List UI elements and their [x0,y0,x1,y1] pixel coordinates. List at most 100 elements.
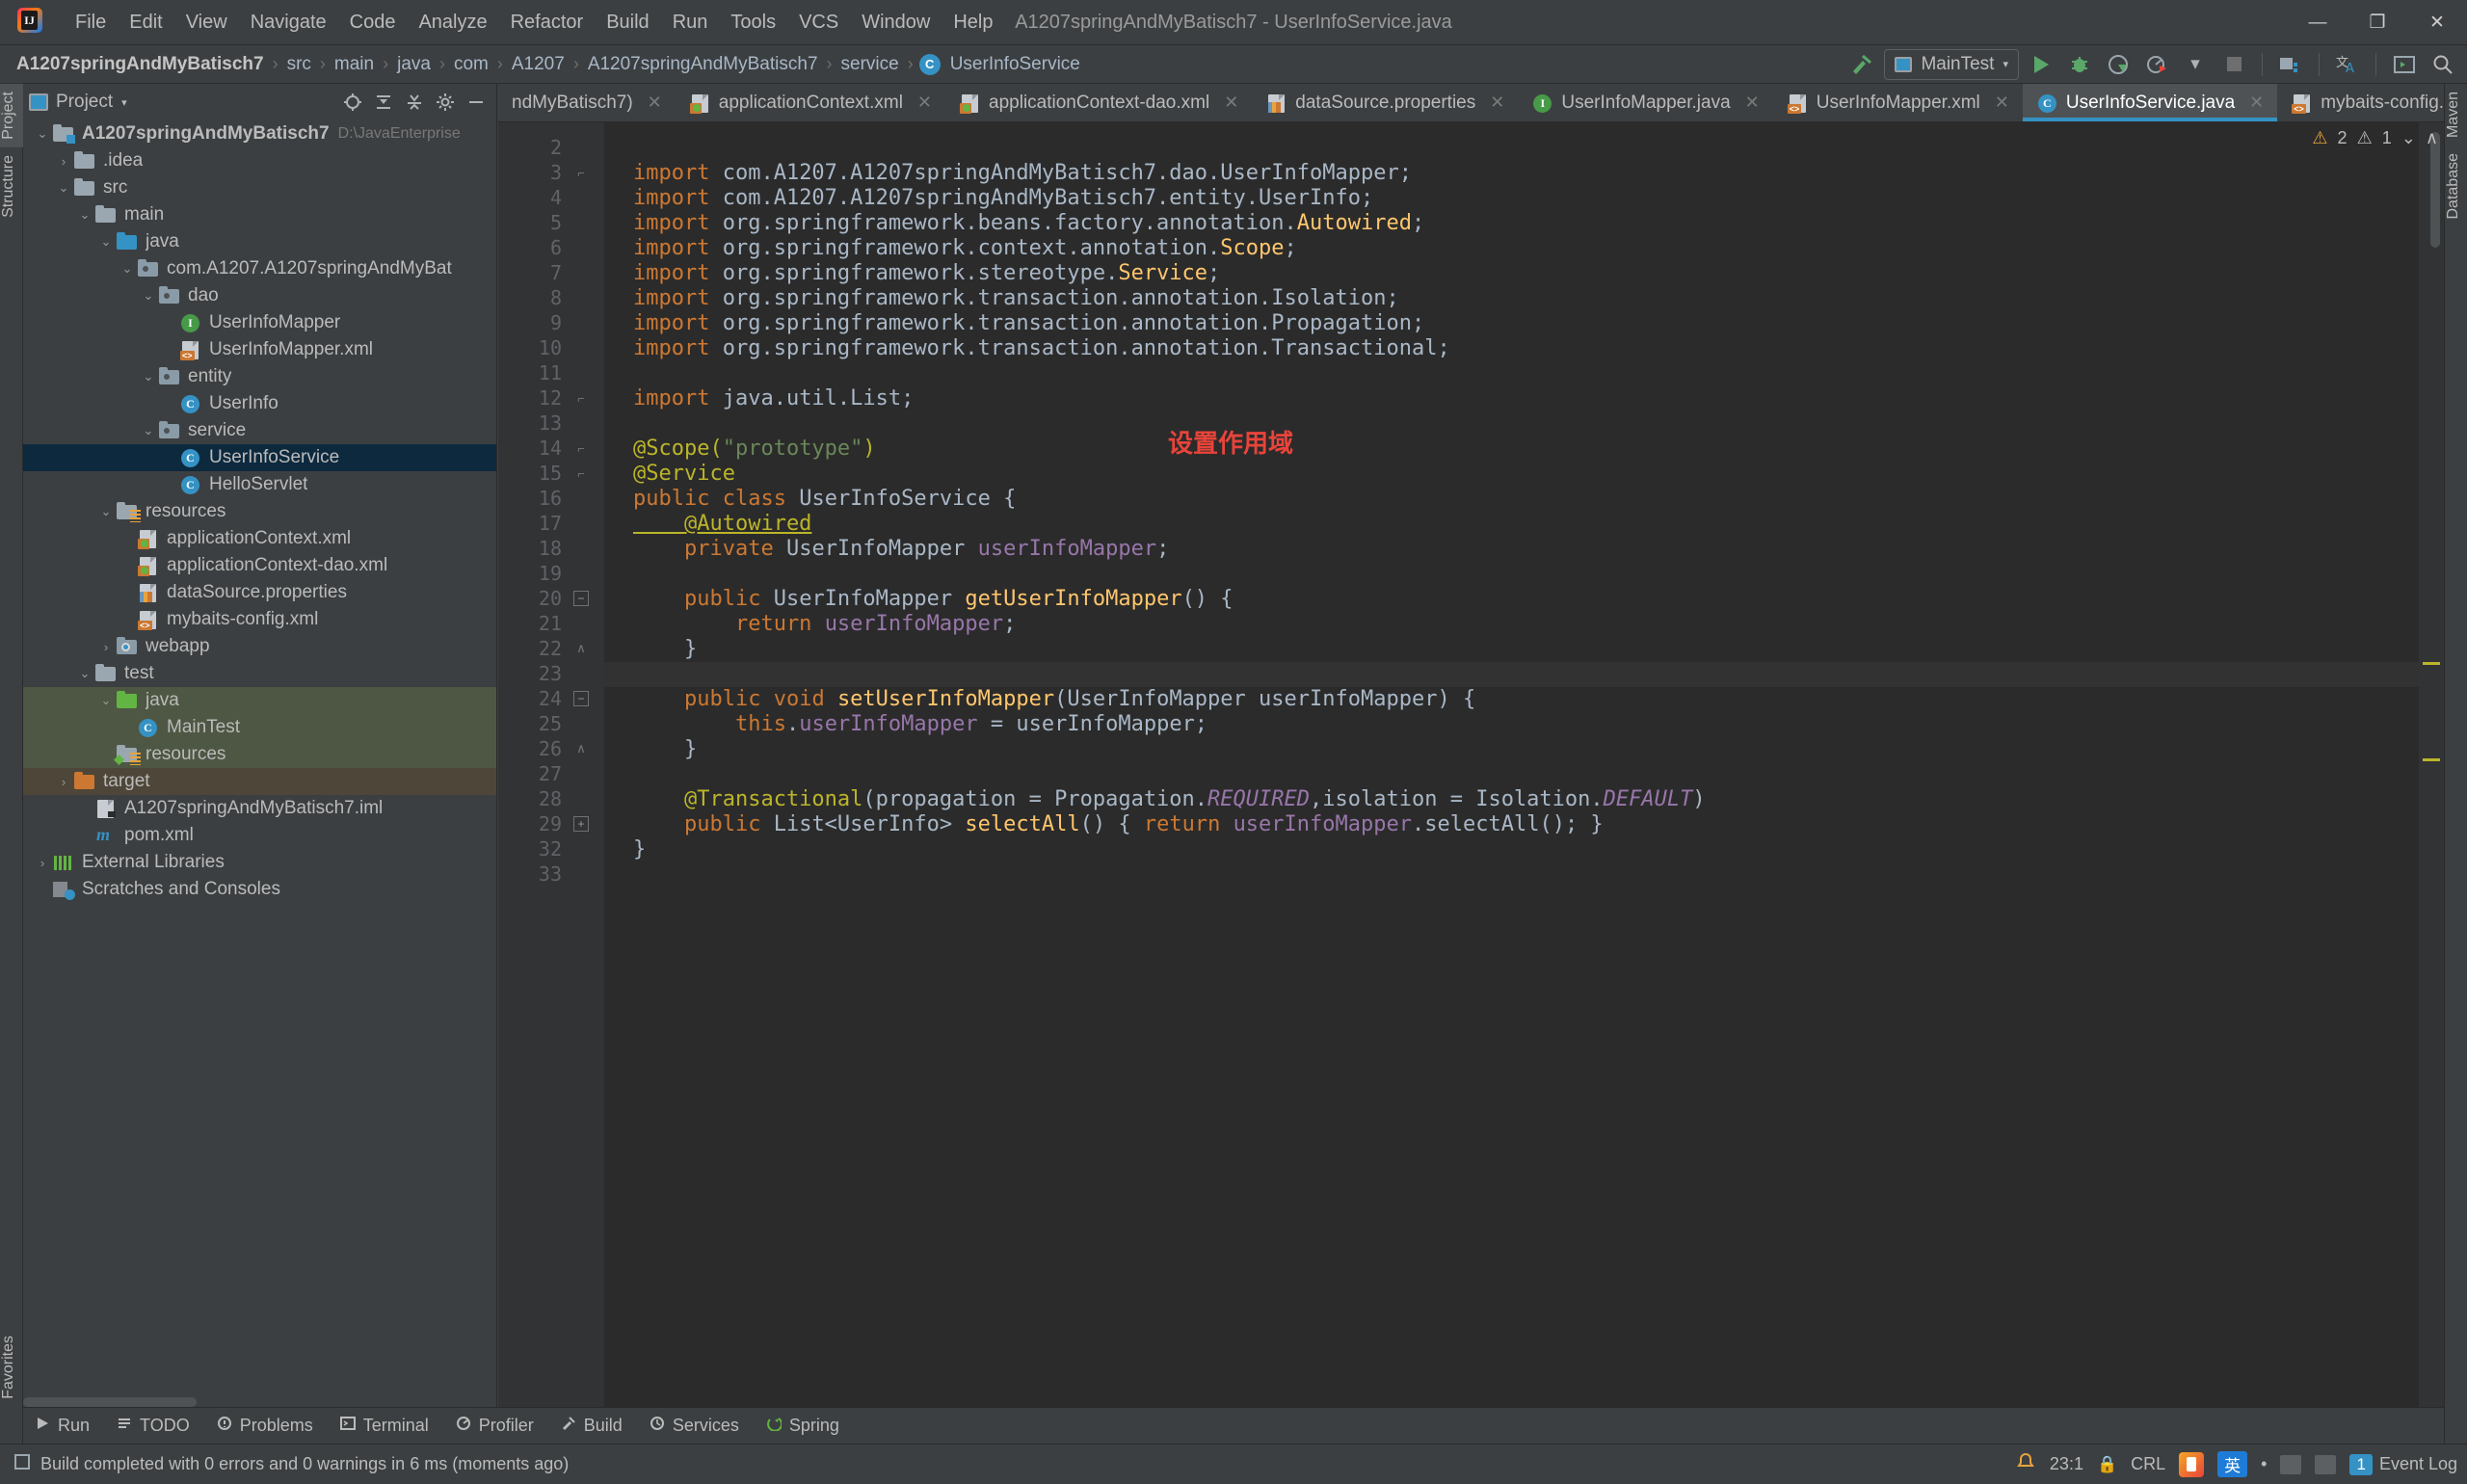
chevron-down-icon[interactable]: ⌄ [75,667,94,679]
code-line[interactable]: public void setUserInfoMapper(UserInfoMa… [633,687,1475,712]
menu-edit[interactable]: Edit [118,8,173,38]
stop-button[interactable] [2217,50,2250,79]
tree-node[interactable]: ⌄ java [23,687,496,714]
tree-node[interactable]: m pom.xml [23,822,496,849]
close-icon[interactable]: ✕ [1490,93,1504,113]
tool-window-button-spring[interactable]: Spring [755,1413,851,1439]
editor-tab[interactable]: <> UserInfoMapper.xml ✕ [1773,84,2023,121]
code-fold-marker[interactable]: ⌐ [573,390,589,406]
code-fold-marker[interactable]: + [573,816,589,832]
tree-node[interactable]: applicationContext.xml [23,525,496,552]
tree-node[interactable]: ⌄ service [23,417,496,444]
code-line[interactable]: private UserInfoMapper userInfoMapper; [633,537,1169,562]
tree-node[interactable]: › .idea [23,147,496,174]
tool-window-database[interactable]: Database [2445,146,2467,227]
breadcrumb-item-com[interactable]: com [451,52,491,77]
tree-node[interactable]: C UserInfo [23,390,496,417]
editor-code-area[interactable]: 2 3 4 5 6 7 8 9 10 11 12 13 14 15 16 17 18 19 20 21 22 23 24 25… [498,122,2444,1412]
code-line[interactable]: import org.springframework.transaction.a… [633,286,1399,311]
breadcrumb-item-java[interactable]: java [394,52,434,77]
code-line[interactable]: public UserInfoMapper getUserInfoMapper(… [633,587,1234,612]
code-fold-marker[interactable]: ∧ [573,641,589,656]
tree-node[interactable]: › webapp [23,633,496,660]
code-line[interactable]: import org.springframework.beans.factory… [633,211,1424,236]
locate-icon[interactable] [338,89,367,116]
close-icon[interactable]: ✕ [2249,93,2264,113]
chevron-down-icon[interactable]: ⌄ [139,424,158,437]
code-line[interactable]: import com.A1207.A1207springAndMyBatisch… [633,161,1412,186]
search-icon[interactable] [2427,50,2459,79]
code-line[interactable]: } [633,737,697,762]
debug-button[interactable] [2063,50,2096,79]
close-button[interactable]: ✕ [2407,0,2467,45]
event-log-button[interactable]: 1 Event Log [2349,1453,2457,1475]
tree-node[interactable]: C UserInfoService [23,444,496,471]
menu-tools[interactable]: Tools [719,8,787,38]
tree-node[interactable]: ⌄ main [23,201,496,228]
chevron-down-icon[interactable]: ⌄ [75,208,94,221]
menu-refactor[interactable]: Refactor [499,8,596,38]
code-line[interactable]: public class UserInfoService { [633,487,1016,512]
editor-tab[interactable]: dataSource.properties ✕ [1252,84,1518,121]
code-line[interactable]: @Transactional(propagation = Propagation… [633,787,1706,812]
tree-node[interactable]: <> UserInfoMapper.xml [23,336,496,363]
tree-node[interactable]: A1207springAndMyBatisch7.iml [23,795,496,822]
tree-node[interactable]: resources [23,741,496,768]
menu-help[interactable]: Help [942,8,1004,38]
translate-icon[interactable]: 文A [2331,50,2364,79]
menu-code[interactable]: Code [338,8,408,38]
editor-marker-bar[interactable] [2419,122,2444,1412]
chevron-down-icon[interactable]: ⌄ [33,127,52,140]
hide-panel-icon[interactable] [462,89,491,116]
project-structure-icon[interactable] [2274,50,2307,79]
editor-tab[interactable]: I UserInfoMapper.java ✕ [1518,84,1772,121]
tree-node[interactable]: Scratches and Consoles [23,876,496,903]
run-with-coverage-button[interactable] [2102,50,2135,79]
lock-icon[interactable]: 🔒 [2097,1455,2117,1474]
tree-node[interactable]: ⌄ test [23,660,496,687]
code-line[interactable]: @Autowired [633,512,811,537]
code-line[interactable]: import org.springframework.transaction.a… [633,336,1450,361]
notification-icon[interactable] [2015,1452,2036,1476]
code-line[interactable]: import org.springframework.transaction.a… [633,311,1424,336]
tool-window-maven[interactable]: Maven [2445,84,2467,146]
code-line[interactable]: @Scope("prototype") [633,437,876,462]
collapse-all-icon[interactable] [400,89,429,116]
code-fold-marker[interactable]: − [573,691,589,706]
warning-marker[interactable] [2423,662,2440,665]
tree-node[interactable]: applicationContext-dao.xml [23,552,496,579]
breadcrumb-item-pkg[interactable]: A1207springAndMyBatisch7 [585,52,821,77]
chevron-down-icon[interactable]: ⌄ [96,505,116,517]
breadcrumb-item-service[interactable]: service [838,52,902,77]
chevron-down-icon[interactable]: ⌄ [139,370,158,383]
tree-node[interactable]: ⌄ dao [23,282,496,309]
code-line[interactable]: this.userInfoMapper = userInfoMapper; [633,712,1207,737]
code-line[interactable]: import org.springframework.stereotype.Se… [633,261,1220,286]
tree-node[interactable]: C MainTest [23,714,496,741]
gear-icon[interactable] [431,89,460,116]
code-line[interactable]: @Service [633,462,735,487]
tree-node[interactable]: ⌄ entity [23,363,496,390]
tree-node[interactable]: C HelloServlet [23,471,496,498]
tool-window-button-build[interactable]: Build [549,1413,634,1439]
tool-window-button-profiler[interactable]: Profiler [444,1413,545,1439]
run-configuration-selector[interactable]: MainTest ▾ [1884,48,2019,80]
code-line[interactable]: import org.springframework.context.annot… [633,236,1297,261]
close-icon[interactable]: ✕ [1745,93,1760,113]
chevron-down-icon[interactable]: ⌄ [139,289,158,302]
code-line[interactable]: return userInfoMapper; [633,612,1016,637]
tree-node[interactable]: <> mybaits-config.xml [23,606,496,633]
editor-tab[interactable]: ndMyBatisch7) ✕ [498,84,676,121]
chevron-down-icon[interactable]: ⌄ [96,235,116,248]
code-fold-marker[interactable]: ⌐ [573,165,589,180]
code-fold-marker[interactable]: ⌐ [573,440,589,456]
profiler-dropdown-caret[interactable]: ▾ [2179,50,2212,79]
breadcrumb-item-a1207[interactable]: A1207 [509,52,568,77]
tool-window-button-terminal[interactable]: Terminal [329,1413,440,1439]
menu-file[interactable]: File [64,8,118,38]
tool-window-structure[interactable]: Structure [0,147,23,225]
ime-dot-icon[interactable]: • [2261,1454,2267,1474]
maximize-button[interactable]: ❐ [2348,0,2407,45]
tree-node[interactable]: dataSource.properties [23,579,496,606]
chevron-down-icon[interactable]: ⌄ [54,181,73,194]
